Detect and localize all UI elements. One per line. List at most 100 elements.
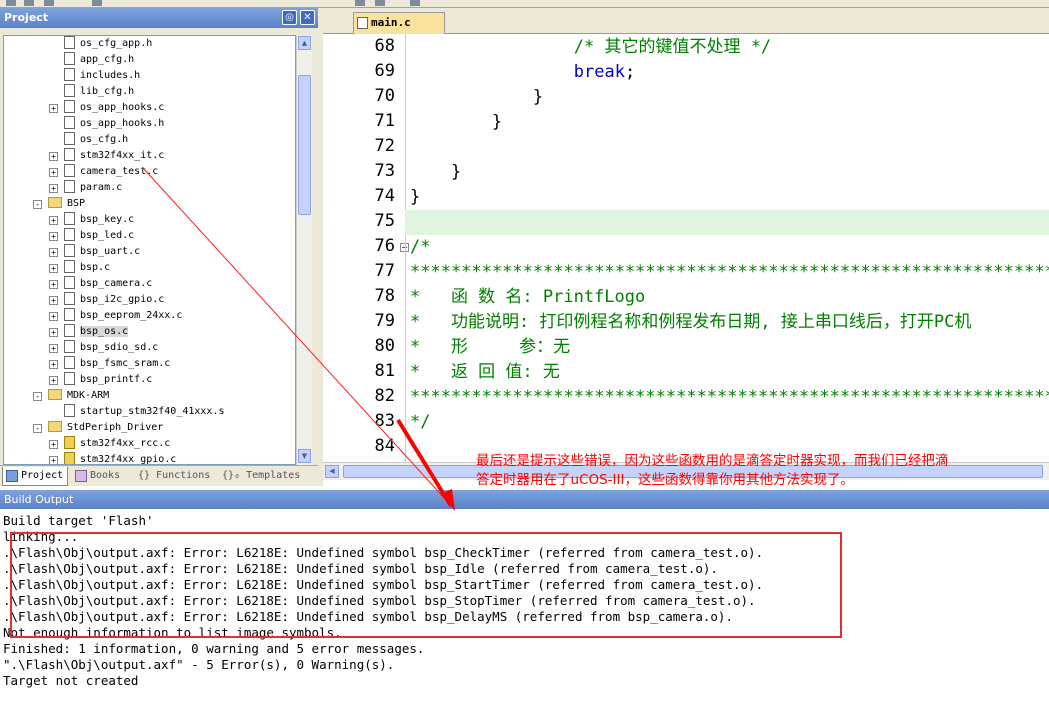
expand-icon[interactable]: + [49, 280, 58, 289]
expand-icon[interactable]: + [49, 248, 58, 257]
tree-item[interactable]: + bsp_eeprom_24xx.c [49, 307, 183, 324]
toolbar-icon[interactable] [6, 0, 16, 6]
toolbar-icon[interactable] [375, 0, 385, 6]
expand-icon[interactable]: + [49, 360, 58, 369]
tree-item-label: camera_test.c [80, 166, 159, 177]
tab-books[interactable]: Books [72, 467, 132, 486]
tree-item[interactable]: + bsp_fsmc_sram.c [49, 355, 171, 372]
project-tree-scrollbar[interactable]: ▲ ▼ [296, 35, 312, 465]
expand-icon[interactable]: + [49, 312, 58, 321]
code-token: } [410, 162, 462, 182]
tree-item-label: bsp_printf.c [80, 374, 153, 385]
tree-item[interactable]: + stm32f4xx_rcc.c [49, 435, 170, 452]
file-icon [64, 67, 75, 81]
expand-icon[interactable]: + [49, 456, 58, 464]
pin-icon[interactable]: ◎ [282, 10, 297, 25]
tree-item[interactable]: os_cfg.h [64, 131, 128, 148]
scroll-up-arrow-icon[interactable]: ▲ [298, 36, 311, 50]
scroll-thumb[interactable] [298, 75, 311, 215]
expand-icon[interactable]: + [49, 184, 58, 193]
collapse-icon[interactable]: - [33, 200, 42, 209]
toolbar-icon[interactable] [24, 0, 34, 6]
toolbar-icon[interactable] [44, 0, 54, 6]
toolbar-icon[interactable] [410, 0, 420, 6]
project-tree: os_cfg_app.h app_cfg.h includes.h lib_cfg.h… [3, 35, 296, 465]
file-icon [64, 179, 75, 193]
code-line: ****************************************… [410, 385, 1049, 410]
code-token: ****************************************… [410, 262, 1049, 282]
code-area[interactable]: /* 其它的键值不处理 */ break; } } }} /* **********… [405, 34, 1049, 462]
tree-item[interactable]: + stm32f4xx_gpio.c [49, 451, 177, 465]
tree-item[interactable]: includes.h [64, 67, 140, 84]
tree-item[interactable]: + bsp_i2c_gpio.c [49, 291, 164, 308]
expand-icon[interactable]: + [49, 264, 58, 273]
expand-icon[interactable]: + [49, 328, 58, 337]
tree-item-label: bsp_fsmc_sram.c [80, 358, 171, 369]
tree-item[interactable]: + bsp_printf.c [49, 371, 153, 388]
tree-item[interactable]: os_cfg_app.h [64, 36, 152, 52]
expand-icon[interactable]: + [49, 296, 58, 305]
expand-icon[interactable]: + [49, 216, 58, 225]
expand-icon[interactable]: + [49, 344, 58, 353]
build-output-line: Target not created [3, 673, 139, 688]
tab-project[interactable]: Project [2, 467, 68, 486]
error-highlight-box [10, 532, 842, 638]
tree-item[interactable]: + bsp_key.c [49, 211, 135, 228]
scroll-down-arrow-icon[interactable]: ▼ [298, 449, 311, 463]
expand-icon[interactable]: + [49, 232, 58, 241]
expand-icon[interactable]: + [49, 376, 58, 385]
tree-item[interactable]: + bsp.c [49, 259, 110, 276]
expand-icon[interactable]: + [49, 440, 58, 449]
code-line: ****************************************… [410, 260, 1049, 285]
expand-icon[interactable]: + [49, 152, 58, 161]
tree-item[interactable]: + bsp_led.c [49, 227, 135, 244]
expand-icon[interactable]: + [49, 104, 58, 113]
line-number: 79 [374, 311, 395, 331]
tree-item[interactable]: + param.c [49, 179, 122, 196]
tree-item[interactable]: app_cfg.h [64, 51, 134, 68]
tree-item[interactable]: + bsp_os.c [49, 323, 129, 340]
toolbar-icon[interactable] [92, 0, 102, 6]
project-icon [6, 470, 18, 482]
tree-item-label: bsp_uart.c [80, 246, 141, 257]
tree-item[interactable]: + stm32f4xx_it.c [49, 147, 164, 164]
file-tab-main-c[interactable]: main.c [353, 12, 445, 34]
tree-item[interactable]: - MDK-ARM [33, 388, 109, 404]
toolbar-icon[interactable] [355, 0, 365, 6]
tree-item-label: bsp_eeprom_24xx.c [80, 310, 183, 321]
expand-icon[interactable]: + [49, 168, 58, 177]
code-token: */ [410, 412, 431, 432]
tree-item[interactable]: os_app_hooks.h [64, 115, 165, 132]
tree-item[interactable]: + os_app_hooks.c [49, 99, 164, 116]
tree-item[interactable]: + bsp_camera.c [49, 275, 152, 292]
tree-item-label: bsp_led.c [80, 230, 135, 241]
code-line: break; [410, 60, 635, 85]
tree-item-label: os_app_hooks.h [80, 118, 165, 129]
collapse-icon[interactable]: - [33, 392, 42, 401]
project-panel-tabs: Project Books {} Functions {}₀ Templates [0, 465, 318, 486]
tree-item[interactable]: + bsp_uart.c [49, 243, 141, 260]
annotation-line-2: 答定时器用在了uCOS-III，这些函数得靠你用其他方法实现了。 [476, 472, 854, 488]
chip-file-icon [64, 435, 75, 449]
file-icon [64, 323, 75, 337]
collapse-icon[interactable]: - [33, 424, 42, 433]
scroll-left-arrow-icon[interactable]: ◀ [325, 465, 339, 478]
tree-item-label: stm32f4xx_gpio.c [80, 454, 177, 465]
tab-templates[interactable]: {}₀ Templates [218, 467, 314, 486]
file-tab-bar: main.c [323, 8, 1049, 34]
tree-item[interactable]: + bsp_sdio_sd.c [49, 339, 159, 356]
tree-item-label: bsp_key.c [80, 214, 135, 225]
line-number: 73 [374, 161, 395, 181]
tree-item[interactable]: - BSP [33, 196, 85, 212]
tree-item[interactable]: - StdPeriph_Driver [33, 420, 163, 436]
close-icon[interactable]: ✕ [300, 10, 315, 25]
tree-item[interactable]: + camera_test.c [49, 163, 159, 180]
tab-functions[interactable]: {} Functions [134, 467, 216, 486]
tree-item-label: bsp_sdio_sd.c [80, 342, 159, 353]
folder-icon [48, 196, 62, 208]
code-token: } [410, 87, 544, 107]
code-editor[interactable]: main.c 686970717273747576−77787980818283… [323, 8, 1049, 486]
tree-item[interactable]: startup_stm32f40_41xxx.s [64, 403, 225, 420]
build-output-line: Finished: 1 information, 0 warning and 5… [3, 641, 425, 656]
tree-item[interactable]: lib_cfg.h [64, 83, 134, 100]
